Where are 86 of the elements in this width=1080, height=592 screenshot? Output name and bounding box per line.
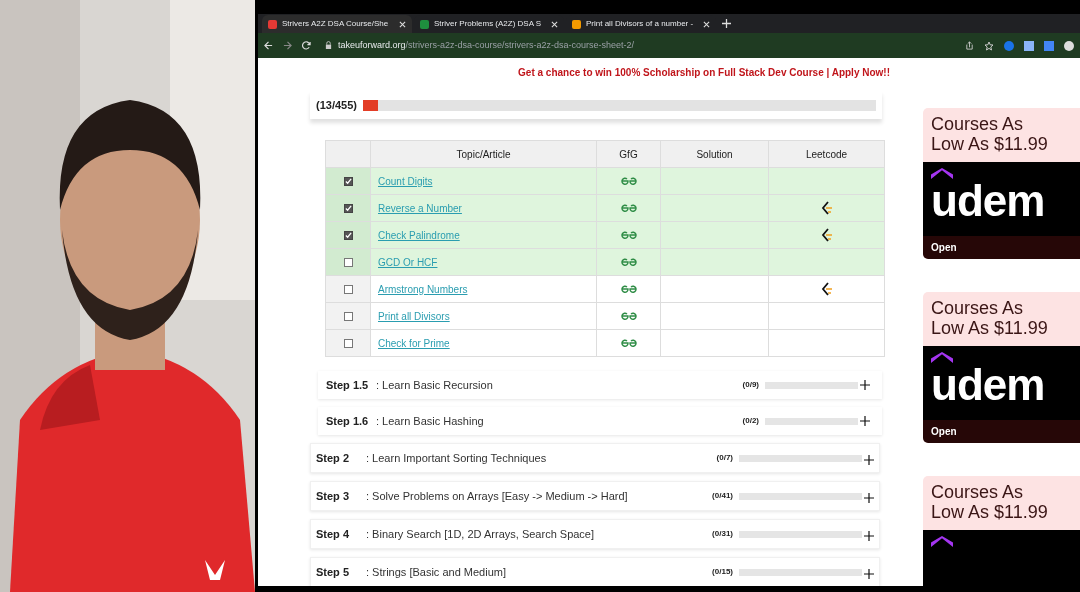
step-title: : Learn Important Sorting Techniques bbox=[366, 450, 548, 466]
step-count: (0/9) bbox=[742, 379, 759, 391]
ad-title: Courses As Low As $11.99 bbox=[930, 113, 1049, 156]
plus-icon[interactable] bbox=[860, 416, 870, 426]
leetcode-icon[interactable] bbox=[820, 228, 833, 242]
logo-icon bbox=[931, 352, 953, 363]
plus-icon[interactable] bbox=[864, 493, 874, 503]
plus-icon[interactable] bbox=[864, 531, 874, 541]
step-label: Step 1.6 bbox=[326, 413, 370, 429]
step-row[interactable]: Step 1.5 : Learn Basic Recursion (0/9) bbox=[318, 371, 882, 399]
checkbox[interactable] bbox=[343, 338, 353, 348]
back-icon[interactable] bbox=[264, 41, 273, 50]
logo-text: udem bbox=[931, 363, 1046, 407]
gfg-icon[interactable] bbox=[620, 312, 637, 320]
step-title: : Learn Basic Recursion bbox=[376, 377, 494, 393]
tab-title: Striver Problems (A2Z) DSA S bbox=[434, 18, 543, 30]
step-title: : Solve Problems on Arrays [Easy -> Medium -> Hard] bbox=[366, 488, 629, 504]
leetcode-icon[interactable] bbox=[820, 201, 833, 215]
extension-icon[interactable] bbox=[1024, 40, 1034, 51]
browser-tab[interactable]: Strivers A2Z DSA Course/She bbox=[262, 15, 412, 33]
column-header: Leetcode bbox=[768, 140, 885, 168]
progress-count: (13/455) bbox=[316, 97, 357, 113]
logo-icon bbox=[931, 536, 953, 547]
lock-icon bbox=[325, 41, 332, 50]
step-count: (0/7) bbox=[716, 452, 733, 464]
column-header: GfG bbox=[596, 140, 661, 168]
step-count: (0/31) bbox=[712, 528, 733, 540]
checkbox[interactable] bbox=[343, 257, 353, 267]
forward-icon[interactable] bbox=[283, 41, 292, 50]
step-row[interactable]: Step 1.6 : Learn Basic Hashing (0/2) bbox=[318, 407, 882, 435]
step-title: : Strings [Basic and Medium] bbox=[366, 564, 507, 580]
ad-title: Courses As Low As $11.99 bbox=[930, 297, 1049, 340]
open-button[interactable]: Open bbox=[923, 236, 1080, 259]
checkbox[interactable] bbox=[343, 203, 353, 213]
site-icon bbox=[572, 19, 581, 29]
url-text: takeuforward.org/strivers-a2z-dsa-course/strivers-a2z-dsa-course-sheet-2/ bbox=[338, 38, 635, 52]
extension-icon[interactable] bbox=[1064, 40, 1074, 51]
column-header: Solution bbox=[660, 140, 769, 168]
step-count: (0/41) bbox=[712, 490, 733, 502]
logo-icon bbox=[931, 168, 953, 179]
star-icon[interactable] bbox=[984, 40, 994, 51]
leetcode-icon[interactable] bbox=[820, 282, 833, 296]
share-icon[interactable] bbox=[965, 41, 974, 50]
step-row[interactable]: Step 2 : Learn Important Sorting Techniques (0/7) bbox=[310, 443, 880, 473]
close-icon[interactable] bbox=[399, 20, 406, 28]
step-count: (0/2) bbox=[742, 415, 759, 427]
checkbox[interactable] bbox=[343, 311, 353, 321]
plus-icon[interactable] bbox=[864, 569, 874, 579]
ad-title: Courses As Low As $11.99 bbox=[930, 481, 1049, 524]
site-icon bbox=[268, 19, 277, 29]
new-tab-icon[interactable] bbox=[722, 19, 731, 28]
plus-icon[interactable] bbox=[864, 455, 874, 465]
step-title: : Binary Search [1D, 2D Arrays, Search Space] bbox=[366, 526, 596, 542]
ad-card[interactable]: Courses As Low As $11.99 udem Open bbox=[923, 108, 1080, 259]
step-label: Step 4 bbox=[316, 526, 350, 542]
step-count: (0/15) bbox=[712, 566, 733, 578]
logo-text: udem bbox=[931, 179, 1046, 223]
checkbox[interactable] bbox=[343, 230, 353, 240]
step-row[interactable]: Step 5 : Strings [Basic and Medium] (0/15) bbox=[310, 557, 880, 586]
column-header: Topic/Article bbox=[370, 140, 597, 168]
checkbox[interactable] bbox=[343, 176, 353, 186]
ad-card[interactable]: Courses As Low As $11.99 udem Open bbox=[923, 292, 1080, 443]
step-title: : Learn Basic Hashing bbox=[376, 413, 485, 429]
gfg-icon[interactable] bbox=[620, 177, 637, 185]
step-label: Step 2 bbox=[316, 450, 350, 466]
close-icon[interactable] bbox=[551, 20, 558, 28]
gfg-icon[interactable] bbox=[620, 204, 637, 212]
reload-icon[interactable] bbox=[302, 41, 311, 50]
checkbox[interactable] bbox=[343, 284, 353, 294]
step-label: Step 5 bbox=[316, 564, 350, 580]
open-button[interactable]: Open bbox=[923, 420, 1080, 443]
step-label: Step 1.5 bbox=[326, 377, 370, 393]
step-label: Step 3 bbox=[316, 488, 350, 504]
gfg-icon[interactable] bbox=[620, 231, 637, 239]
tab-title: Strivers A2Z DSA Course/She bbox=[282, 18, 390, 30]
step-row[interactable]: Step 4 : Binary Search [1D, 2D Arrays, Search Space] (0/31) bbox=[310, 519, 880, 549]
step-row[interactable]: Step 3 : Solve Problems on Arrays [Easy -> Medium -> Hard] (0/41) bbox=[310, 481, 880, 511]
gfg-icon[interactable] bbox=[620, 285, 637, 293]
promo-banner[interactable]: Get a chance to win 100% Scholarship on Full Stack Dev Course | Apply Now!! bbox=[518, 64, 890, 80]
tab-title: Print all Divisors of a number - bbox=[586, 18, 695, 30]
ad-card[interactable]: Courses As Low As $11.99 bbox=[923, 476, 1080, 586]
gfg-icon[interactable] bbox=[620, 258, 637, 266]
close-icon[interactable] bbox=[703, 20, 710, 28]
site-icon bbox=[420, 19, 429, 29]
gfg-icon[interactable] bbox=[620, 339, 637, 347]
plus-icon[interactable] bbox=[860, 380, 870, 390]
